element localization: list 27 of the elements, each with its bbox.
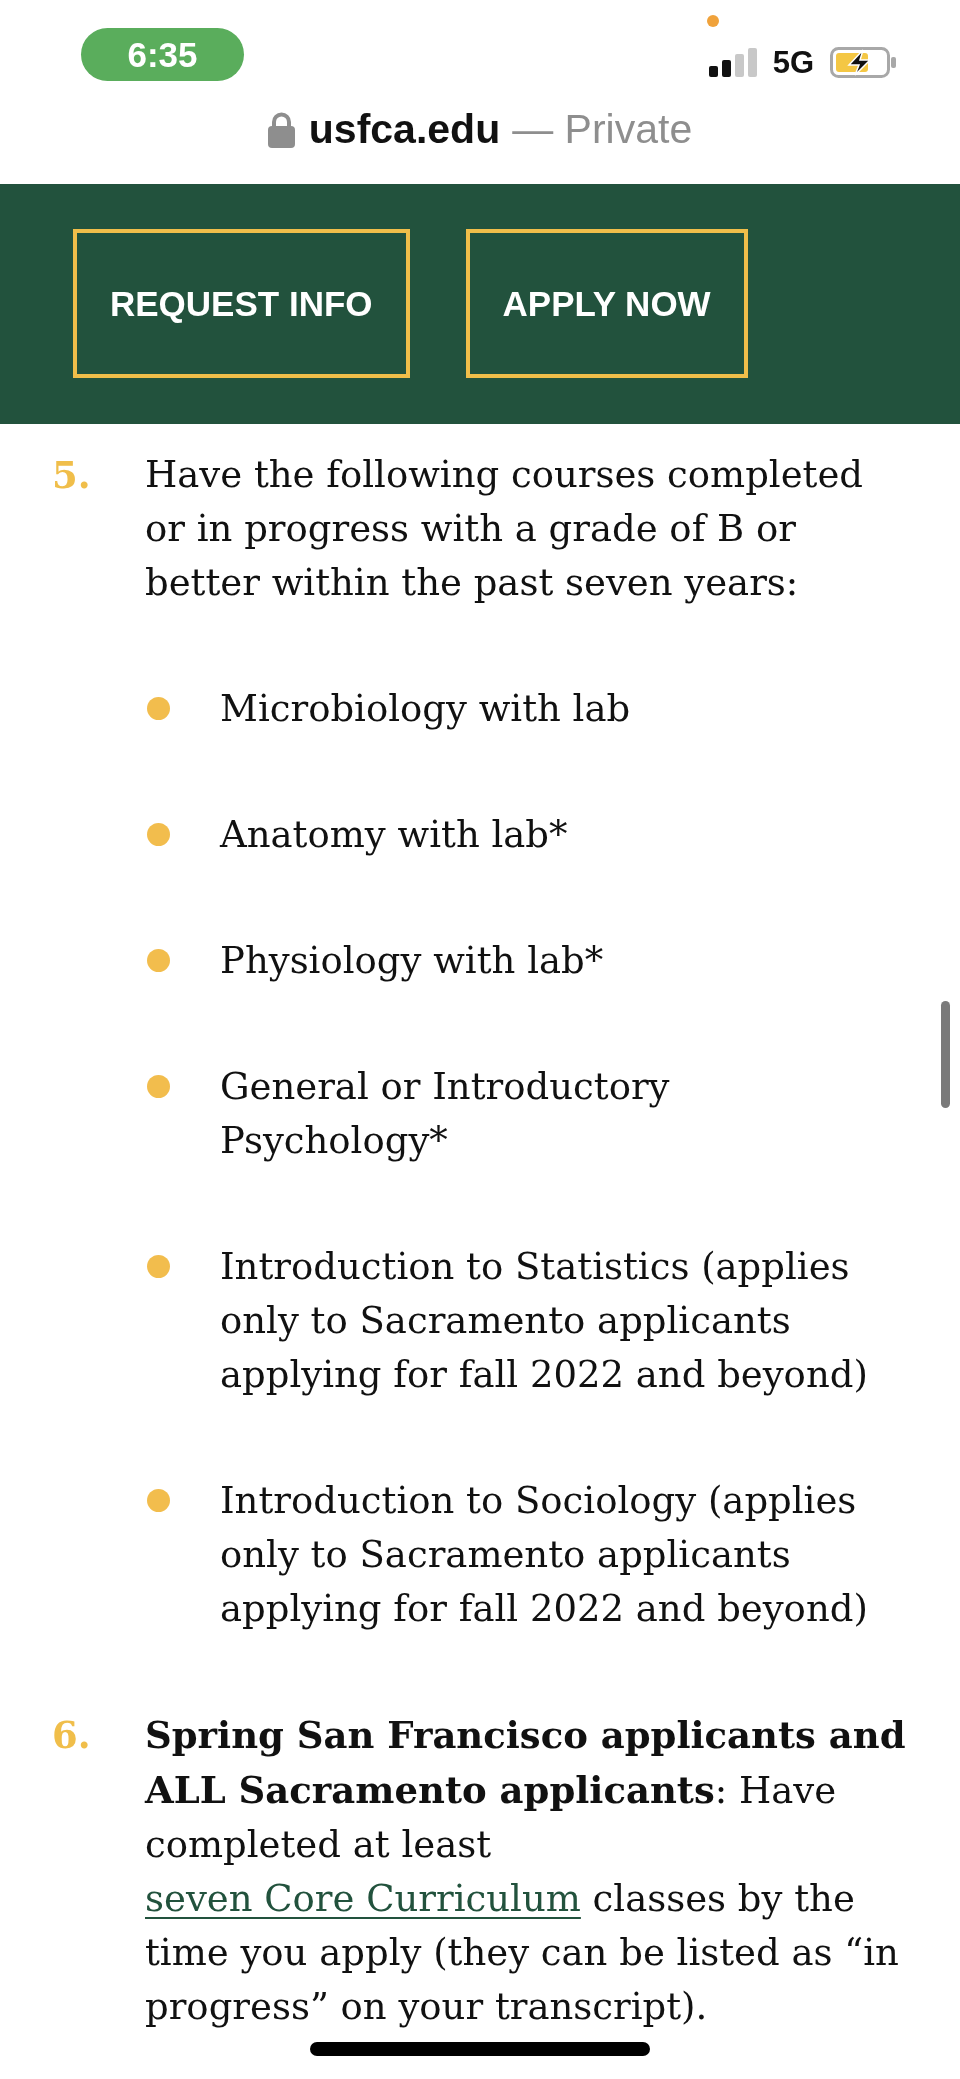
course-text: General or Introductory Psychology*	[220, 1064, 671, 1164]
bullet-icon	[147, 949, 170, 972]
bullet-icon	[147, 697, 170, 720]
bullet-icon	[147, 1255, 170, 1278]
course-text: Anatomy with lab*	[220, 812, 569, 858]
core-curriculum-link[interactable]: seven Core Curriculum	[145, 1877, 581, 1920]
private-mode-label: — Private	[512, 108, 693, 150]
network-label: 5G	[772, 47, 814, 78]
requirement-text: Have the following courses completed or in progress with a grade of B or better within the past seven years:	[145, 452, 865, 606]
list-number: 6.	[52, 1712, 92, 1759]
course-text: Introduction to Statistics (applies only to Sacramento applicants applying for fall 2022 and beyond)	[220, 1244, 869, 1398]
header-button[interactable]: APPLY NOW	[465, 229, 748, 378]
bullet-icon	[147, 823, 170, 846]
list-number: 5.	[52, 452, 92, 499]
lock-icon	[267, 110, 295, 148]
course-text: Physiology with lab*	[220, 938, 605, 984]
bullet-icon	[147, 1075, 170, 1098]
bullet-icon	[147, 1489, 170, 1512]
battery-charging-icon	[830, 47, 896, 78]
time-pill: 6:35	[81, 28, 244, 81]
url-domain: usfca.edu	[308, 108, 501, 150]
signal-icon	[708, 48, 757, 77]
requirement-text: Spring San Francisco applicants and ALL Sacramento applicants: Have completed at least seven Core Curriculum classes by the time you apply (they can be listed as “in progress” on your transcript).	[145, 1712, 907, 2030]
privacy-indicator-icon	[706, 15, 719, 27]
header-button[interactable]: REQUEST INFO	[73, 229, 410, 378]
course-text: Introduction to Sociology (applies only to Sacramento applicants applying for fall 2022 and beyond)	[220, 1478, 869, 1632]
course-text: Microbiology with lab	[220, 686, 632, 732]
